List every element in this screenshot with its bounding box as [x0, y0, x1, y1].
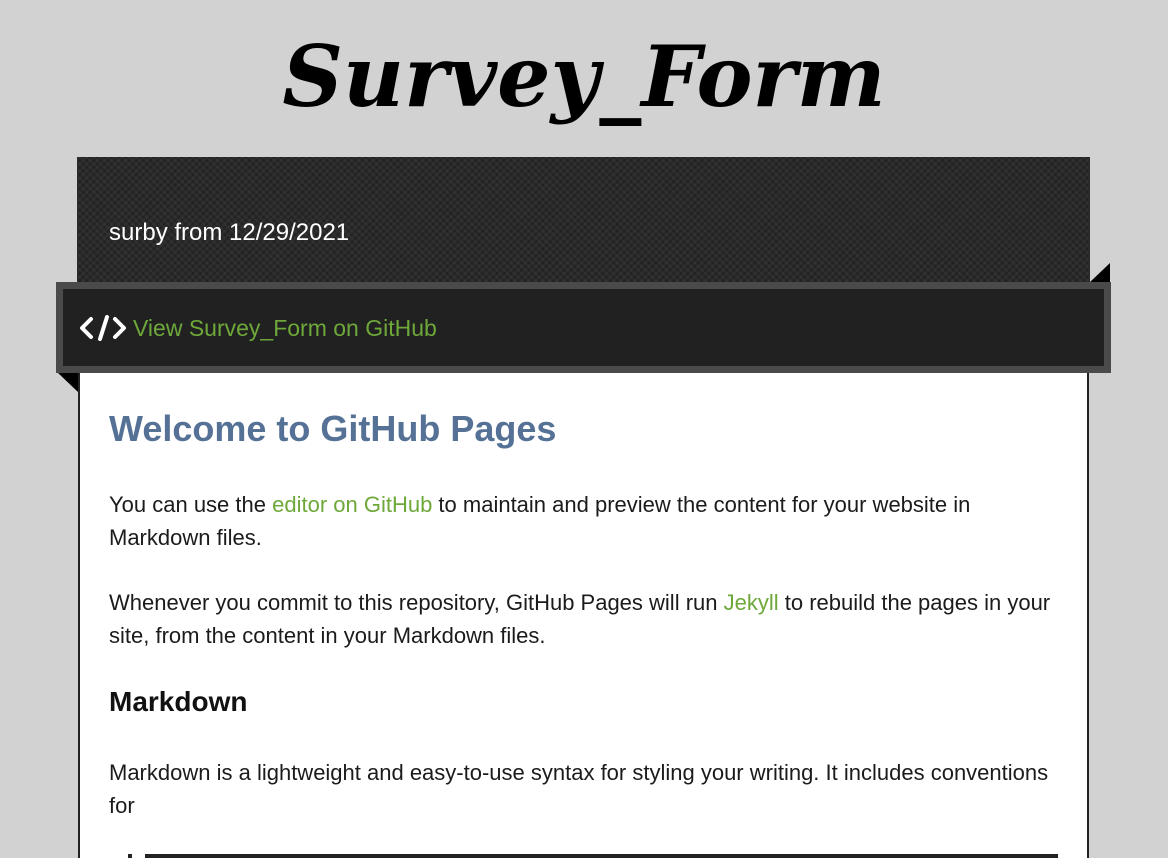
jekyll-paragraph: Whenever you commit to this repository, …	[109, 586, 1059, 652]
main-content: Welcome to GitHub Pages You can use the …	[109, 404, 1059, 854]
intro-text-before: You can use the	[109, 492, 273, 517]
jekyll-text-before: Whenever you commit to this repository, …	[109, 590, 724, 615]
github-ribbon: View Survey_Form on GitHub	[56, 282, 1111, 373]
intro-paragraph: You can use the editor on GitHub to main…	[109, 488, 1059, 554]
code-block-top-border	[145, 854, 1058, 858]
header-subtitle: surby from 12/29/2021	[109, 219, 350, 246]
markdown-heading: Markdown	[109, 686, 248, 717]
code-icon	[80, 314, 126, 341]
jekyll-link[interactable]: Jekyll	[724, 590, 779, 615]
view-on-github-link[interactable]: View Survey_Form on GitHub	[133, 314, 437, 342]
editor-on-github-link[interactable]: editor on GitHub	[272, 492, 432, 517]
ribbon-fold-right	[1089, 263, 1110, 283]
page-heading: Welcome to GitHub Pages	[109, 408, 557, 449]
markdown-paragraph: Markdown is a lightweight and easy-to-us…	[109, 760, 1049, 818]
page: Survey_Form surby from 12/29/2021 View S…	[0, 0, 1168, 858]
site-title: Survey_Form	[282, 27, 886, 126]
ribbon-fold-left	[57, 372, 78, 392]
code-block-edge	[128, 854, 132, 858]
